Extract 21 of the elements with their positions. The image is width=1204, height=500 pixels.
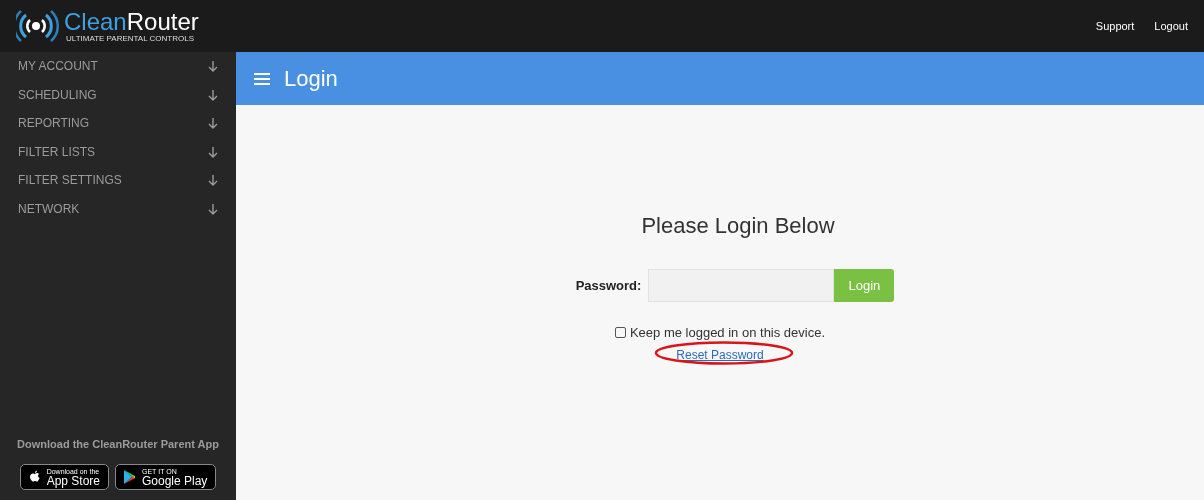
nav-link[interactable]: Support: [1095, 20, 1135, 32]
menu-icon[interactable]: [254, 71, 270, 86]
remember-label: Keep me logged in on this device.: [629, 325, 826, 340]
sidebar-item[interactable]: SCHEDULING: [0, 80, 236, 109]
sidebar-item[interactable]: MY ACCOUNT: [0, 52, 236, 81]
app-promo-text: Download the CleanRouter Parent App: [16, 438, 220, 450]
sidebar-item[interactable]: FILTER SETTINGS: [0, 166, 236, 195]
sidebar-item[interactable]: FILTER LISTS: [0, 137, 236, 166]
badge-store-name: Google Play: [142, 474, 208, 487]
sidebar-item[interactable]: NETWORK: [0, 194, 236, 223]
nav-link[interactable]: Logout: [1154, 20, 1188, 32]
play-icon: [122, 469, 138, 485]
badge-store-name: App Store: [46, 474, 100, 487]
page-title: Login: [284, 65, 338, 92]
logo-wordmark: CleanRouter: [64, 9, 199, 34]
password-field[interactable]: [648, 269, 835, 302]
logo-tagline: ULTIMATE PARENTAL CONTROLS: [66, 34, 195, 43]
login-heading: Please Login Below: [641, 213, 835, 239]
password-label: Password:: [575, 278, 642, 293]
sidebar-item[interactable]: REPORTING: [0, 109, 236, 138]
remember-checkbox[interactable]: [614, 327, 626, 338]
